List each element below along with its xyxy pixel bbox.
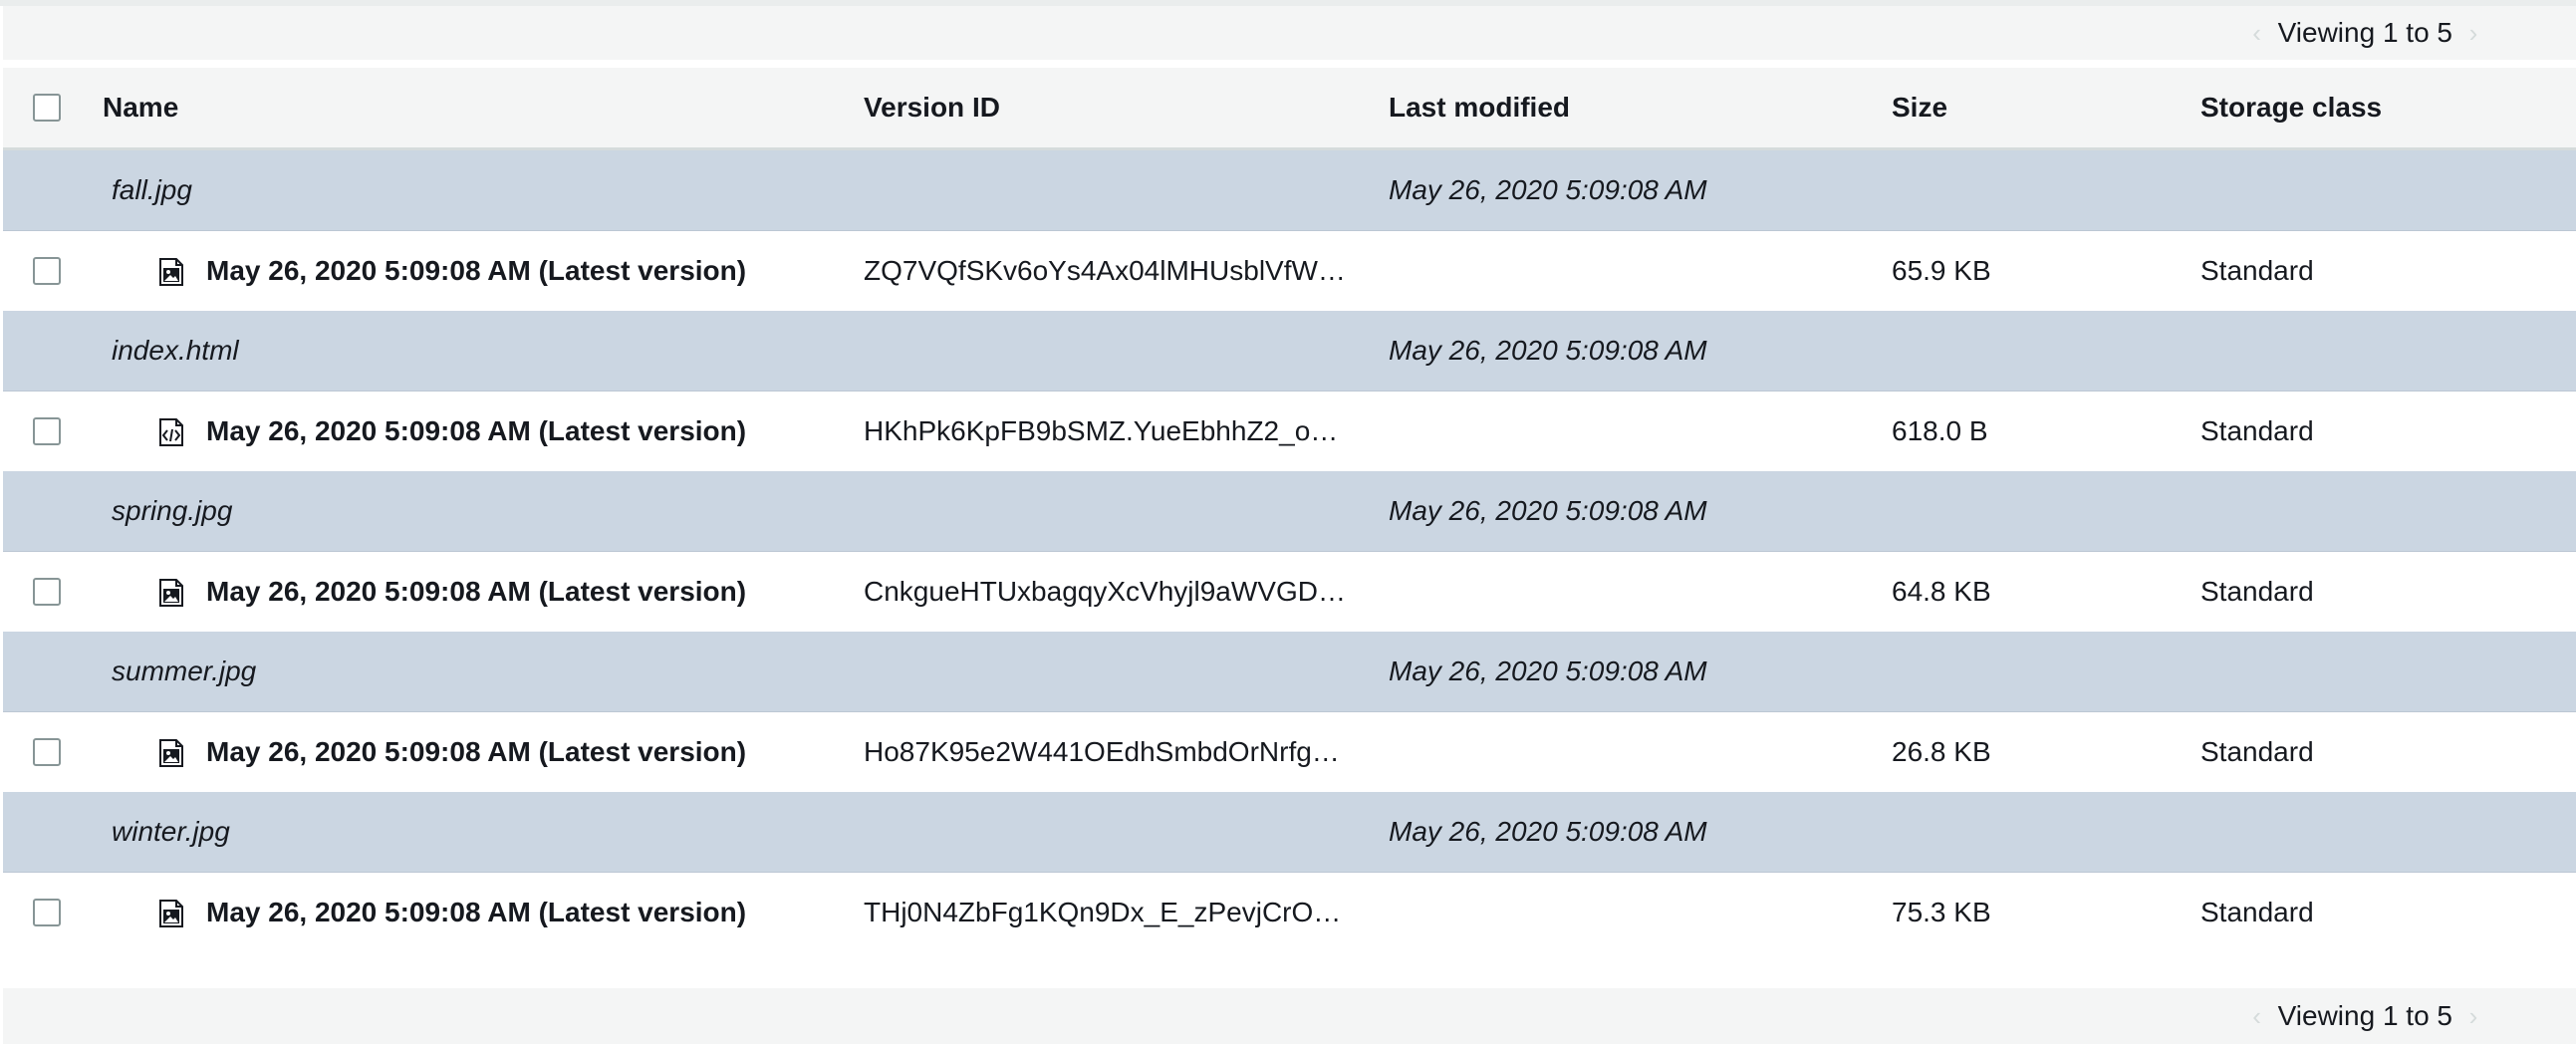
version-row[interactable]: May 26, 2020 5:09:08 AM (Latest version)… — [3, 712, 2576, 792]
object-group-row[interactable]: spring.jpg May 26, 2020 5:09:08 AM — [3, 471, 2576, 552]
object-size: 618.0 B — [1892, 415, 1988, 446]
object-name[interactable]: summer.jpg — [112, 632, 256, 711]
row-checkbox[interactable] — [33, 738, 61, 766]
row-checkbox[interactable] — [33, 578, 61, 606]
image-file-icon — [157, 257, 185, 287]
object-last-modified: May 26, 2020 5:09:08 AM — [1389, 495, 1707, 526]
object-last-modified: May 26, 2020 5:09:08 AM — [1389, 174, 1707, 205]
row-checkbox[interactable] — [33, 899, 61, 926]
version-label[interactable]: May 26, 2020 5:09:08 AM (Latest version) — [206, 873, 746, 952]
object-name[interactable]: spring.jpg — [112, 471, 232, 551]
object-group-row[interactable]: fall.jpg May 26, 2020 5:09:08 AM — [3, 150, 2576, 231]
row-checkbox[interactable] — [33, 257, 61, 285]
pagination-label: Viewing 1 to 5 — [2277, 17, 2452, 48]
version-row[interactable]: May 26, 2020 5:09:08 AM (Latest version)… — [3, 873, 2576, 952]
version-label[interactable]: May 26, 2020 5:09:08 AM (Latest version) — [206, 712, 746, 792]
version-id: HKhPk6KpFB9bSMZ.YueEbhhZ2_o… — [864, 415, 1339, 446]
object-size: 65.9 KB — [1892, 255, 1991, 286]
version-id: THj0N4ZbFg1KQn9Dx_E_zPevjCrO… — [864, 897, 1342, 927]
column-header-version-id[interactable]: Version ID — [864, 68, 1000, 147]
version-id: Ho87K95e2W441OEdhSmbdOrNrfg… — [864, 736, 1340, 767]
storage-class: Standard — [2200, 897, 2314, 927]
pagination-bottom: ‹ Viewing 1 to 5 › — [3, 988, 2576, 1044]
version-label[interactable]: May 26, 2020 5:09:08 AM (Latest version) — [206, 392, 746, 471]
column-header-last-modified[interactable]: Last modified — [1389, 68, 1570, 147]
column-header-name[interactable]: Name — [103, 68, 178, 147]
column-header-size[interactable]: Size — [1892, 68, 1947, 147]
chevron-right-icon[interactable]: › — [2460, 20, 2486, 46]
version-row[interactable]: May 26, 2020 5:09:08 AM (Latest version)… — [3, 231, 2576, 311]
version-id: CnkgueHTUxbagqyXcVhyjl9aWVGD… — [864, 576, 1346, 607]
object-group-row[interactable]: summer.jpg May 26, 2020 5:09:08 AM — [3, 632, 2576, 712]
pagination-top: ‹ Viewing 1 to 5 › — [3, 6, 2576, 60]
version-row[interactable]: May 26, 2020 5:09:08 AM (Latest version)… — [3, 552, 2576, 632]
table-body: fall.jpg May 26, 2020 5:09:08 AM May 26, 2… — [3, 150, 2576, 952]
select-all-checkbox[interactable] — [33, 94, 61, 122]
pagination-label: Viewing 1 to 5 — [2277, 1000, 2452, 1031]
storage-class: Standard — [2200, 415, 2314, 446]
versions-table: Name Version ID Last modified Size Stora… — [3, 68, 2576, 952]
object-last-modified: May 26, 2020 5:09:08 AM — [1389, 816, 1707, 847]
code-file-icon — [157, 417, 185, 447]
column-header-storage-class[interactable]: Storage class — [2200, 68, 2382, 147]
object-size: 75.3 KB — [1892, 897, 1991, 927]
chevron-left-icon[interactable]: ‹ — [2244, 1003, 2270, 1029]
version-row[interactable]: May 26, 2020 5:09:08 AM (Latest version)… — [3, 392, 2576, 471]
version-label[interactable]: May 26, 2020 5:09:08 AM (Latest version) — [206, 552, 746, 632]
object-last-modified: May 26, 2020 5:09:08 AM — [1389, 335, 1707, 366]
chevron-right-icon[interactable]: › — [2460, 1003, 2486, 1029]
object-name[interactable]: winter.jpg — [112, 792, 230, 872]
storage-class: Standard — [2200, 255, 2314, 286]
object-last-modified: May 26, 2020 5:09:08 AM — [1389, 655, 1707, 686]
storage-class: Standard — [2200, 736, 2314, 767]
object-name[interactable]: fall.jpg — [112, 150, 192, 230]
version-id: ZQ7VQfSKv6oYs4Ax04lMHUsblVfW… — [864, 255, 1346, 286]
object-name[interactable]: index.html — [112, 311, 239, 391]
image-file-icon — [157, 899, 185, 928]
storage-class: Standard — [2200, 576, 2314, 607]
image-file-icon — [157, 578, 185, 608]
object-size: 64.8 KB — [1892, 576, 1991, 607]
object-group-row[interactable]: index.html May 26, 2020 5:09:08 AM — [3, 311, 2576, 392]
chevron-left-icon[interactable]: ‹ — [2244, 20, 2270, 46]
image-file-icon — [157, 738, 185, 768]
object-group-row[interactable]: winter.jpg May 26, 2020 5:09:08 AM — [3, 792, 2576, 873]
row-checkbox[interactable] — [33, 417, 61, 445]
table-header: Name Version ID Last modified Size Stora… — [3, 68, 2576, 150]
version-label[interactable]: May 26, 2020 5:09:08 AM (Latest version) — [206, 231, 746, 311]
object-size: 26.8 KB — [1892, 736, 1991, 767]
